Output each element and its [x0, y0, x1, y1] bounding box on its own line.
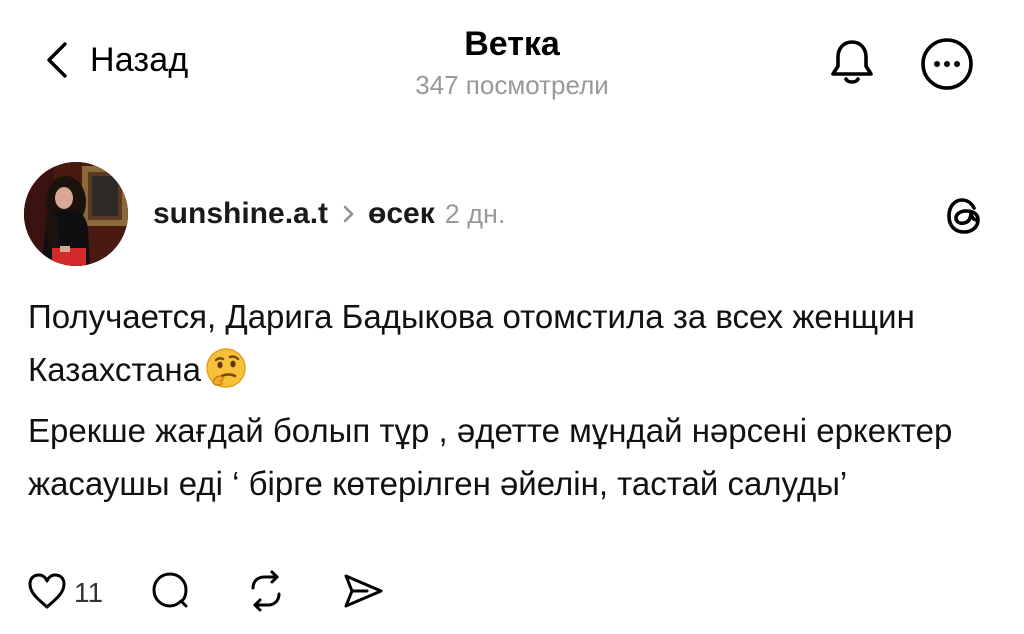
back-button[interactable]: Назад — [44, 38, 188, 82]
like-count: 11 — [74, 577, 104, 608]
top-bar: Назад Ветка 347 посмотрели — [0, 0, 1024, 120]
username[interactable]: sunshine.a.t — [153, 197, 328, 231]
share-icon — [341, 571, 385, 616]
more-options-button[interactable] — [919, 36, 975, 92]
comment-icon — [149, 570, 191, 617]
post-paragraph-2: Ерекше жағдай болып тұр , әдетте мұндай … — [28, 412, 953, 502]
back-label: Назад — [90, 40, 189, 79]
bell-icon — [826, 40, 878, 92]
heart-icon — [26, 571, 68, 616]
repost-icon — [245, 570, 287, 617]
threads-logo-icon[interactable] — [944, 196, 984, 236]
title-block: Ветка 347 посмотрели — [312, 22, 712, 102]
post-text-line-1: Получается, Дарига Бадыкова отомстила за… — [28, 298, 915, 388]
post-body: Получается, Дарига Бадыкова отомстила за… — [28, 290, 998, 510]
post-header: sunshine.a.t өсек 2 дн. — [24, 162, 1000, 268]
notifications-button[interactable] — [826, 36, 878, 88]
like-button[interactable]: 11 — [26, 571, 103, 616]
post-age: 2 дн. — [444, 198, 506, 229]
share-button[interactable] — [341, 571, 385, 616]
topic-tag[interactable]: өсек — [368, 197, 435, 231]
avatar[interactable] — [24, 162, 128, 266]
post-actions: 11 — [26, 568, 385, 618]
comment-button[interactable] — [149, 570, 191, 617]
view-count: 347 посмотрели — [415, 70, 609, 100]
chevron-left-icon — [44, 40, 70, 80]
more-horizontal-icon — [919, 38, 975, 96]
repost-button[interactable] — [245, 570, 287, 617]
thinking-face-icon — [205, 347, 247, 404]
page-title: Ветка — [464, 25, 560, 63]
chevron-right-icon — [342, 205, 354, 223]
post-meta: sunshine.a.t өсек 2 дн. — [153, 194, 505, 234]
post-paragraph: Получается, Дарига Бадыкова отомстила за… — [28, 290, 998, 404]
